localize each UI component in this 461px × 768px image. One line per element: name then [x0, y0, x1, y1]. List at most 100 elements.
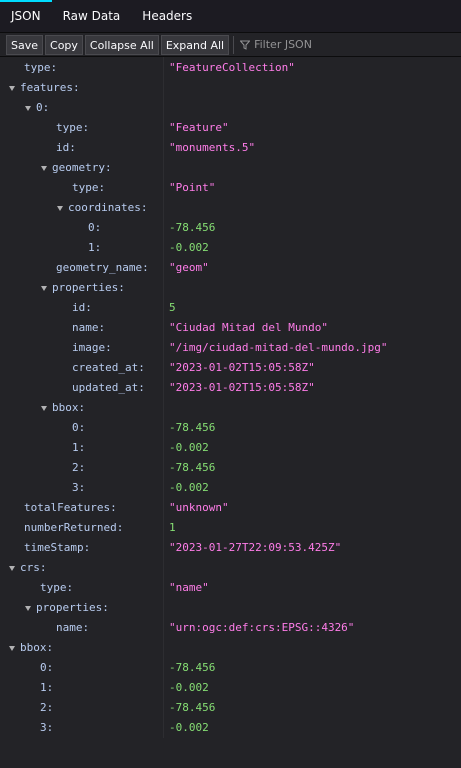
tree-row[interactable]: 2: -78.456 — [0, 698, 461, 718]
json-key: 0: — [72, 421, 86, 434]
json-key: 1: — [40, 681, 54, 694]
json-key: type: — [40, 581, 74, 594]
tree-row[interactable]: created_at: "2023-01-02T15:05:58Z" — [0, 358, 461, 378]
json-key: 3: — [72, 481, 86, 494]
tree-row[interactable]: 1: -0.002 — [0, 438, 461, 458]
expand-toggle-icon[interactable] — [54, 198, 66, 218]
json-key: 0: — [36, 101, 50, 114]
expand-toggle-icon[interactable] — [22, 598, 34, 618]
tree-row-expandable[interactable]: properties: — [0, 278, 461, 298]
save-button[interactable]: Save — [6, 34, 44, 55]
tree-row-expandable[interactable]: bbox: — [0, 398, 461, 418]
tree-row-expandable[interactable]: bbox: — [0, 638, 461, 658]
json-toolbar: Save Copy Collapse All Expand All Filter… — [0, 33, 461, 57]
tree-row[interactable]: type: "Feature" — [0, 118, 461, 138]
tree-row[interactable]: totalFeatures: "unknown" — [0, 498, 461, 518]
expand-toggle-icon[interactable] — [22, 98, 34, 118]
tree-row[interactable]: geometry_name: "geom" — [0, 258, 461, 278]
tree-row-expandable[interactable]: coordinates: — [0, 198, 461, 218]
tree-row[interactable]: 2: -78.456 — [0, 458, 461, 478]
filter-json-input[interactable]: Filter JSON — [240, 38, 312, 51]
tree-row-expandable[interactable]: geometry: — [0, 158, 461, 178]
json-string-value: "FeatureCollection" — [169, 61, 295, 74]
tree-row[interactable]: 1: -0.002 — [0, 238, 461, 258]
tree-row[interactable]: timeStamp: "2023-01-27T22:09:53.425Z" — [0, 538, 461, 558]
json-key: geometry_name: — [56, 261, 149, 274]
json-string-value: "urn:ogc:def:crs:EPSG::4326" — [169, 621, 355, 634]
json-key: totalFeatures: — [24, 501, 117, 514]
json-key: created_at: — [72, 361, 145, 374]
json-number-value: 1 — [169, 521, 176, 534]
json-key: type: — [24, 61, 58, 74]
expand-toggle-icon[interactable] — [6, 638, 18, 658]
tree-row[interactable]: type: "FeatureCollection" — [0, 58, 461, 78]
json-key: bbox: — [20, 641, 54, 654]
tree-row[interactable]: 0: -78.456 — [0, 218, 461, 238]
json-key: 0: — [40, 661, 54, 674]
json-key: updated_at: — [72, 381, 145, 394]
tree-row-expandable[interactable]: crs: — [0, 558, 461, 578]
json-key: 2: — [40, 701, 54, 714]
json-key: coordinates: — [68, 201, 148, 214]
json-string-value: "Feature" — [169, 121, 229, 134]
json-string-value: "2023-01-02T15:05:58Z" — [169, 361, 315, 374]
tree-row[interactable]: name: "Ciudad Mitad del Mundo" — [0, 318, 461, 338]
tree-row[interactable]: 0: -78.456 — [0, 658, 461, 678]
json-key: type: — [72, 181, 106, 194]
expand-toggle-icon[interactable] — [38, 398, 50, 418]
json-key: 1: — [72, 441, 86, 454]
json-key: properties: — [36, 601, 109, 614]
json-key: crs: — [20, 561, 47, 574]
tree-row[interactable]: 1: -0.002 — [0, 678, 461, 698]
tree-row[interactable]: type: "Point" — [0, 178, 461, 198]
expand-toggle-icon[interactable] — [38, 278, 50, 298]
json-key: bbox: — [52, 401, 86, 414]
json-string-value: "Ciudad Mitad del Mundo" — [169, 321, 328, 334]
tree-row[interactable]: updated_at: "2023-01-02T15:05:58Z" — [0, 378, 461, 398]
tab-headers[interactable]: Headers — [131, 0, 203, 32]
tree-row[interactable]: 3: -0.002 — [0, 718, 461, 738]
collapse-all-button[interactable]: Collapse All — [84, 34, 159, 55]
tree-row-expandable[interactable]: features: — [0, 78, 461, 98]
json-number-value: -0.002 — [169, 481, 209, 494]
tree-row[interactable]: id: 5 — [0, 298, 461, 318]
tree-row-expandable[interactable]: 0: — [0, 98, 461, 118]
filter-funnel-icon — [240, 40, 251, 50]
json-number-value: 5 — [169, 301, 176, 314]
json-string-value: "name" — [169, 581, 209, 594]
tab-raw-data[interactable]: Raw Data — [52, 0, 132, 32]
json-number-value: -78.456 — [169, 461, 216, 474]
tree-row[interactable]: 0: -78.456 — [0, 418, 461, 438]
json-number-value: -78.456 — [169, 661, 216, 674]
json-key: geometry: — [52, 161, 112, 174]
json-key: 3: — [40, 721, 54, 734]
tree-row[interactable]: name: "urn:ogc:def:crs:EPSG::4326" — [0, 618, 461, 638]
json-tree: type: "FeatureCollection" features: 0: type:… — [0, 57, 461, 738]
json-key: id: — [56, 141, 76, 154]
json-string-value: "unknown" — [169, 501, 229, 514]
json-number-value: -0.002 — [169, 441, 209, 454]
toolbar-divider — [233, 35, 235, 54]
tree-row[interactable]: type: "name" — [0, 578, 461, 598]
expand-toggle-icon[interactable] — [6, 78, 18, 98]
tree-row-expandable[interactable]: properties: — [0, 598, 461, 618]
json-string-value: "2023-01-27T22:09:53.425Z" — [169, 541, 342, 554]
expand-toggle-icon[interactable] — [38, 158, 50, 178]
expand-toggle-icon[interactable] — [6, 558, 18, 578]
json-key: properties: — [52, 281, 125, 294]
json-string-value: "/img/ciudad-mitad-del-mundo.jpg" — [169, 341, 388, 354]
tree-row[interactable]: id: "monuments.5" — [0, 138, 461, 158]
json-key: name: — [56, 621, 90, 634]
json-key: features: — [20, 81, 80, 94]
viewer-tabs: JSON Raw Data Headers — [0, 0, 461, 33]
json-key: type: — [56, 121, 90, 134]
json-key: numberReturned: — [24, 521, 124, 534]
tab-json[interactable]: JSON — [0, 0, 52, 32]
expand-all-button[interactable]: Expand All — [160, 34, 230, 55]
tree-row[interactable]: numberReturned: 1 — [0, 518, 461, 538]
json-number-value: -78.456 — [169, 221, 216, 234]
json-number-value: -0.002 — [169, 241, 209, 254]
tree-row[interactable]: 3: -0.002 — [0, 478, 461, 498]
tree-row[interactable]: image: "/img/ciudad-mitad-del-mundo.jpg" — [0, 338, 461, 358]
copy-button[interactable]: Copy — [45, 34, 83, 55]
